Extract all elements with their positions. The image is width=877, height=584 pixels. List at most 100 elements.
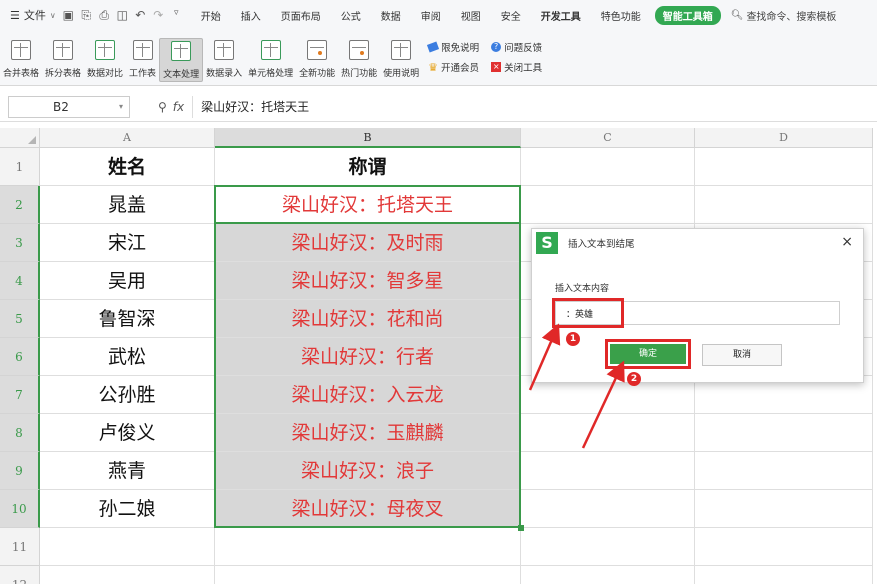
cell-a8[interactable]: 卢俊义	[40, 414, 215, 452]
row-header-3[interactable]: 3	[0, 224, 40, 262]
instructions-label: 使用说明	[383, 69, 420, 79]
redo-icon[interactable]: ↷	[152, 8, 165, 23]
cell-c8[interactable]	[521, 414, 695, 452]
data-entry-button[interactable]: 数据录入	[203, 38, 245, 82]
text-processing-button[interactable]: 文本处理	[159, 38, 204, 82]
row-header-8[interactable]: 8	[0, 414, 40, 452]
cell-d12[interactable]	[695, 566, 873, 584]
cell-c10[interactable]	[521, 490, 695, 528]
cell-c1[interactable]	[521, 148, 695, 186]
cell-d8[interactable]	[695, 414, 873, 452]
cell-a6[interactable]: 武松	[40, 338, 215, 376]
row-header-11[interactable]: 11	[0, 528, 40, 566]
text-processing-icon	[171, 41, 192, 61]
feedback-link[interactable]: ? 问题反馈	[491, 40, 542, 54]
cell-a9[interactable]: 燕青	[40, 452, 215, 490]
split-table-button[interactable]: 拆分表格	[42, 38, 84, 82]
cell-d11[interactable]	[695, 528, 873, 566]
undo-icon[interactable]: ↶	[134, 8, 147, 23]
cell-c2[interactable]	[521, 186, 695, 224]
tab-special-features[interactable]: 特色功能	[591, 8, 651, 23]
cell-a1[interactable]: 姓名	[40, 148, 215, 186]
column-header-c[interactable]: C	[521, 128, 695, 148]
cell-d10[interactable]	[695, 490, 873, 528]
row-header-1[interactable]: 1	[0, 148, 40, 186]
print-preview-icon[interactable]: ◫	[116, 8, 129, 23]
select-all-corner[interactable]	[0, 128, 40, 148]
column-header-b[interactable]: B	[215, 128, 521, 148]
tab-insert[interactable]: 插入	[231, 8, 271, 23]
tab-view[interactable]: 视图	[451, 8, 491, 23]
cell-d9[interactable]	[695, 452, 873, 490]
customize-toolbar-icon[interactable]: ▿	[170, 8, 183, 23]
print-icon[interactable]: ⎙	[98, 8, 111, 23]
tab-smart-toolbox[interactable]: 智能工具箱	[654, 5, 721, 25]
worksheet-button[interactable]: 工作表	[126, 38, 159, 82]
row-header-6[interactable]: 6	[0, 338, 40, 376]
cell-b8[interactable]: 梁山好汉：玉麒麟	[215, 414, 521, 452]
cell-b6[interactable]: 梁山好汉：行者	[215, 338, 521, 376]
cell-c11[interactable]	[521, 528, 695, 566]
tab-formulas[interactable]: 公式	[331, 8, 371, 23]
file-menu[interactable]: ☰ 文件 ∨	[0, 7, 62, 23]
cell-b1[interactable]: 称谓	[215, 148, 521, 186]
free-help-link[interactable]: 限免说明	[427, 40, 479, 54]
tab-home[interactable]: 开始	[191, 8, 231, 23]
cell-b11[interactable]	[215, 528, 521, 566]
cell-b10[interactable]: 梁山好汉：母夜叉	[215, 490, 521, 528]
command-search[interactable]: 🔍︎ 查找命令、搜索模板	[725, 8, 837, 23]
cell-b4[interactable]: 梁山好汉：智多星	[215, 262, 521, 300]
cell-processing-button[interactable]: 单元格处理	[245, 38, 296, 82]
fx-icon[interactable]: fx	[173, 100, 184, 114]
cell-d2[interactable]	[695, 186, 873, 224]
cell-c9[interactable]	[521, 452, 695, 490]
cell-b5[interactable]: 梁山好汉：花和尚	[215, 300, 521, 338]
row-header-4[interactable]: 4	[0, 262, 40, 300]
cell-b12[interactable]	[215, 566, 521, 584]
row-header-7[interactable]: 7	[0, 376, 40, 414]
merge-tables-button[interactable]: 合并表格	[0, 38, 42, 82]
row-header-9[interactable]: 9	[0, 452, 40, 490]
cell-a3[interactable]: 宋江	[40, 224, 215, 262]
data-compare-button[interactable]: 数据对比	[84, 38, 126, 82]
cell-d1[interactable]	[695, 148, 873, 186]
cell-a2[interactable]: 晁盖	[40, 186, 215, 224]
row-header-10[interactable]: 10	[0, 490, 40, 528]
name-box[interactable]: B2 ▾	[8, 95, 130, 118]
cell-a5[interactable]: 鲁智深	[40, 300, 215, 338]
row-header-5[interactable]: 5	[0, 300, 40, 338]
close-icon[interactable]: ×	[841, 234, 853, 250]
save-icon[interactable]: ▣	[62, 8, 75, 23]
row-header-12[interactable]: 12	[0, 566, 40, 584]
tab-review[interactable]: 审阅	[411, 8, 451, 23]
cancel-button[interactable]: 取消	[702, 344, 782, 366]
open-member-link[interactable]: ♛ 开通会员	[428, 60, 479, 75]
cell-a10[interactable]: 孙二娘	[40, 490, 215, 528]
export-pdf-icon[interactable]: ⎘	[80, 8, 93, 23]
cell-a11[interactable]	[40, 528, 215, 566]
cell-a12[interactable]	[40, 566, 215, 584]
cell-c12[interactable]	[521, 566, 695, 584]
cell-b9[interactable]: 梁山好汉：浪子	[215, 452, 521, 490]
column-header-d[interactable]: D	[695, 128, 873, 148]
fill-handle[interactable]	[518, 525, 524, 531]
insert-text-input[interactable]	[555, 301, 840, 325]
tab-page-layout[interactable]: 页面布局	[271, 8, 331, 23]
row-header-2[interactable]: 2	[0, 186, 40, 224]
cell-b7[interactable]: 梁山好汉：入云龙	[215, 376, 521, 414]
column-header-a[interactable]: A	[40, 128, 215, 148]
cell-b3[interactable]: 梁山好汉：及时雨	[215, 224, 521, 262]
zoom-icon[interactable]: ⚲	[158, 100, 167, 114]
cell-a4[interactable]: 吴用	[40, 262, 215, 300]
new-features-button[interactable]: 全新功能	[296, 38, 338, 82]
close-tools-link[interactable]: × 关闭工具	[491, 60, 542, 74]
hot-features-button[interactable]: 热门功能	[338, 38, 380, 82]
instructions-button[interactable]: 使用说明	[380, 38, 422, 82]
tab-security[interactable]: 安全	[491, 8, 531, 23]
cell-b2[interactable]: 梁山好汉：托塔天王	[215, 186, 521, 224]
cell-a7[interactable]: 公孙胜	[40, 376, 215, 414]
tab-developer[interactable]: 开发工具	[531, 8, 591, 23]
tab-data[interactable]: 数据	[371, 8, 411, 23]
ok-button[interactable]: 确定	[610, 344, 686, 364]
formula-input[interactable]: 梁山好汉：托塔天王	[192, 95, 873, 118]
